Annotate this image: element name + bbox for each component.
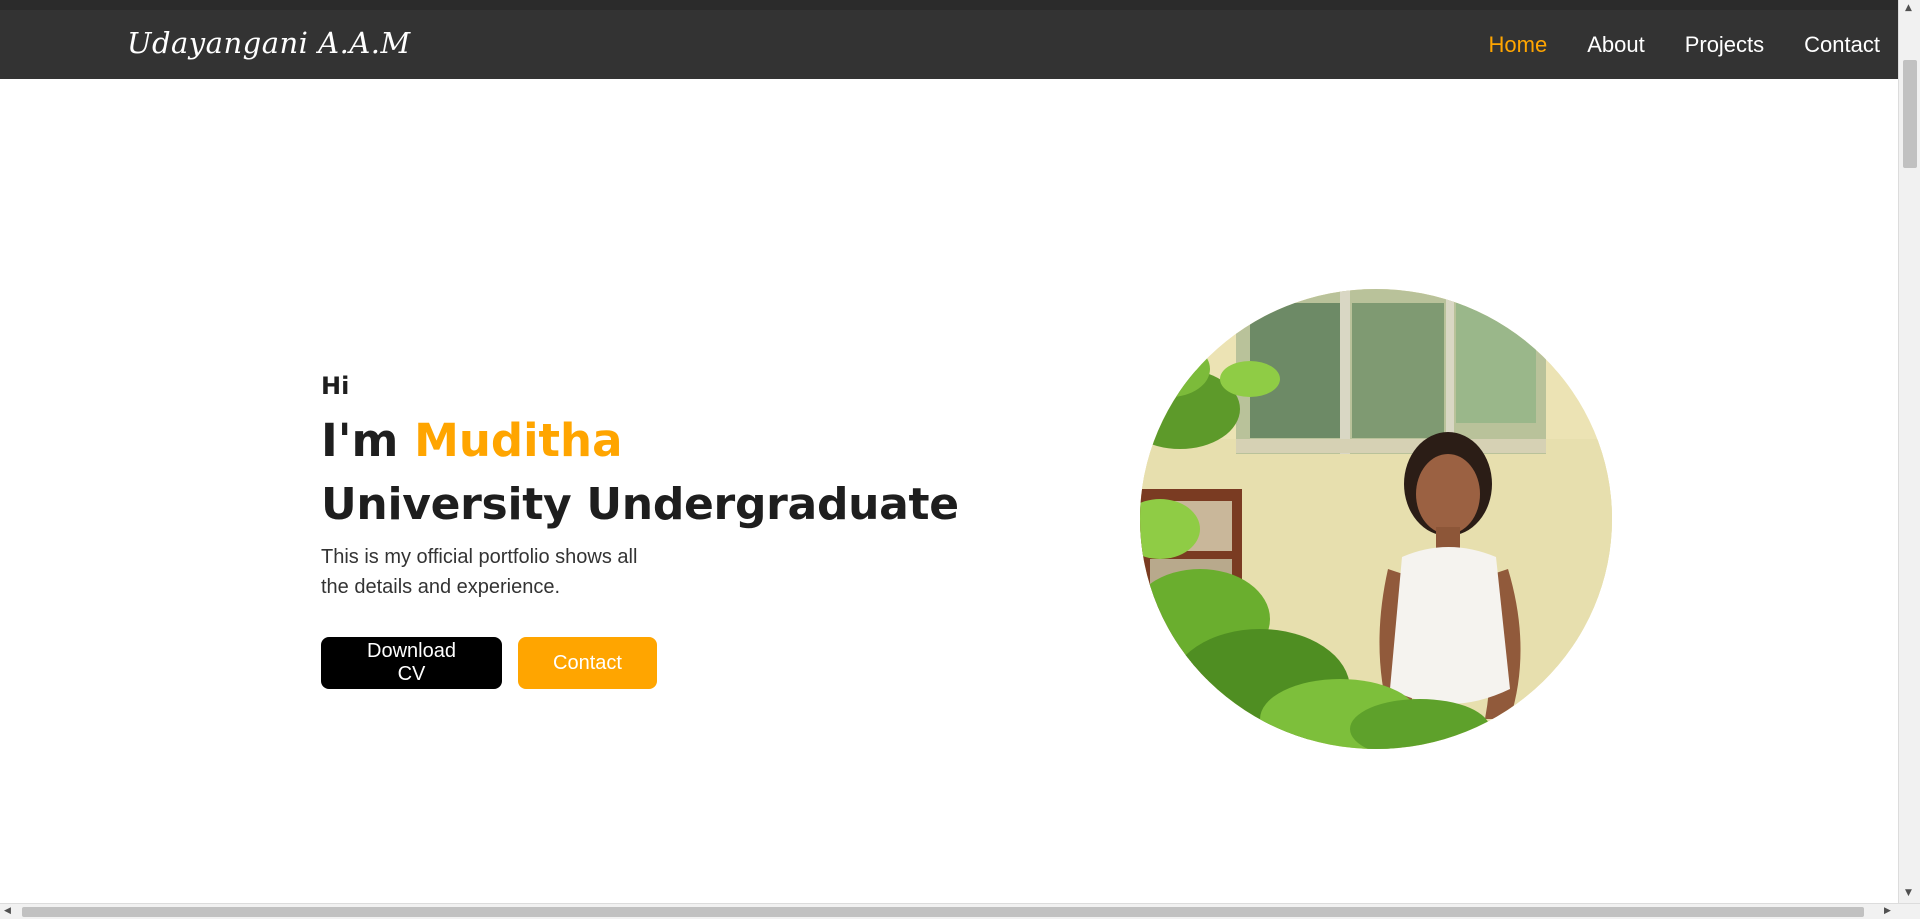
horizontal-scroll-thumb[interactable] <box>22 907 1864 917</box>
hero-buttons: Download CV Contact <box>321 637 1021 689</box>
nav-contact[interactable]: Contact <box>1804 32 1880 58</box>
scroll-down-arrow-icon[interactable]: ▼ <box>1905 888 1912 898</box>
hero-headline: I'm Muditha <box>321 410 1021 472</box>
scroll-left-arrow-icon[interactable]: ◀ <box>4 906 11 916</box>
hero-section: Hi I'm Muditha University Undergraduate … <box>321 372 1021 689</box>
nav-about[interactable]: About <box>1587 32 1645 58</box>
hero-greeting: Hi <box>321 372 350 400</box>
nav-links: Home About Projects Contact <box>1489 10 1881 79</box>
contact-button[interactable]: Contact <box>518 637 657 689</box>
scroll-up-arrow-icon[interactable]: ▲ <box>1905 3 1912 13</box>
horizontal-scrollbar[interactable]: ◀ ▶ <box>0 903 1920 919</box>
vertical-scroll-thumb[interactable] <box>1903 60 1917 168</box>
nav-projects[interactable]: Projects <box>1685 32 1764 58</box>
nav-home[interactable]: Home <box>1489 32 1548 58</box>
hero-role: University Undergraduate <box>321 479 959 530</box>
scroll-right-arrow-icon[interactable]: ▶ <box>1884 906 1891 916</box>
hero-intro-prefix: I'm <box>321 414 399 467</box>
download-cv-button[interactable]: Download CV <box>321 637 502 689</box>
hero-description: This is my official portfolio shows all … <box>321 546 638 598</box>
hero-name: Muditha <box>414 414 623 467</box>
profile-photo <box>1140 289 1612 749</box>
brand-logo[interactable]: Udayangani A.A.M <box>127 26 411 60</box>
profile-photo-illustration <box>1140 289 1612 749</box>
navbar: Udayangani A.A.M Home About Projects Con… <box>0 10 1898 79</box>
vertical-scrollbar[interactable]: ▲ ▼ <box>1898 0 1920 903</box>
browser-top-strip <box>0 0 1920 10</box>
